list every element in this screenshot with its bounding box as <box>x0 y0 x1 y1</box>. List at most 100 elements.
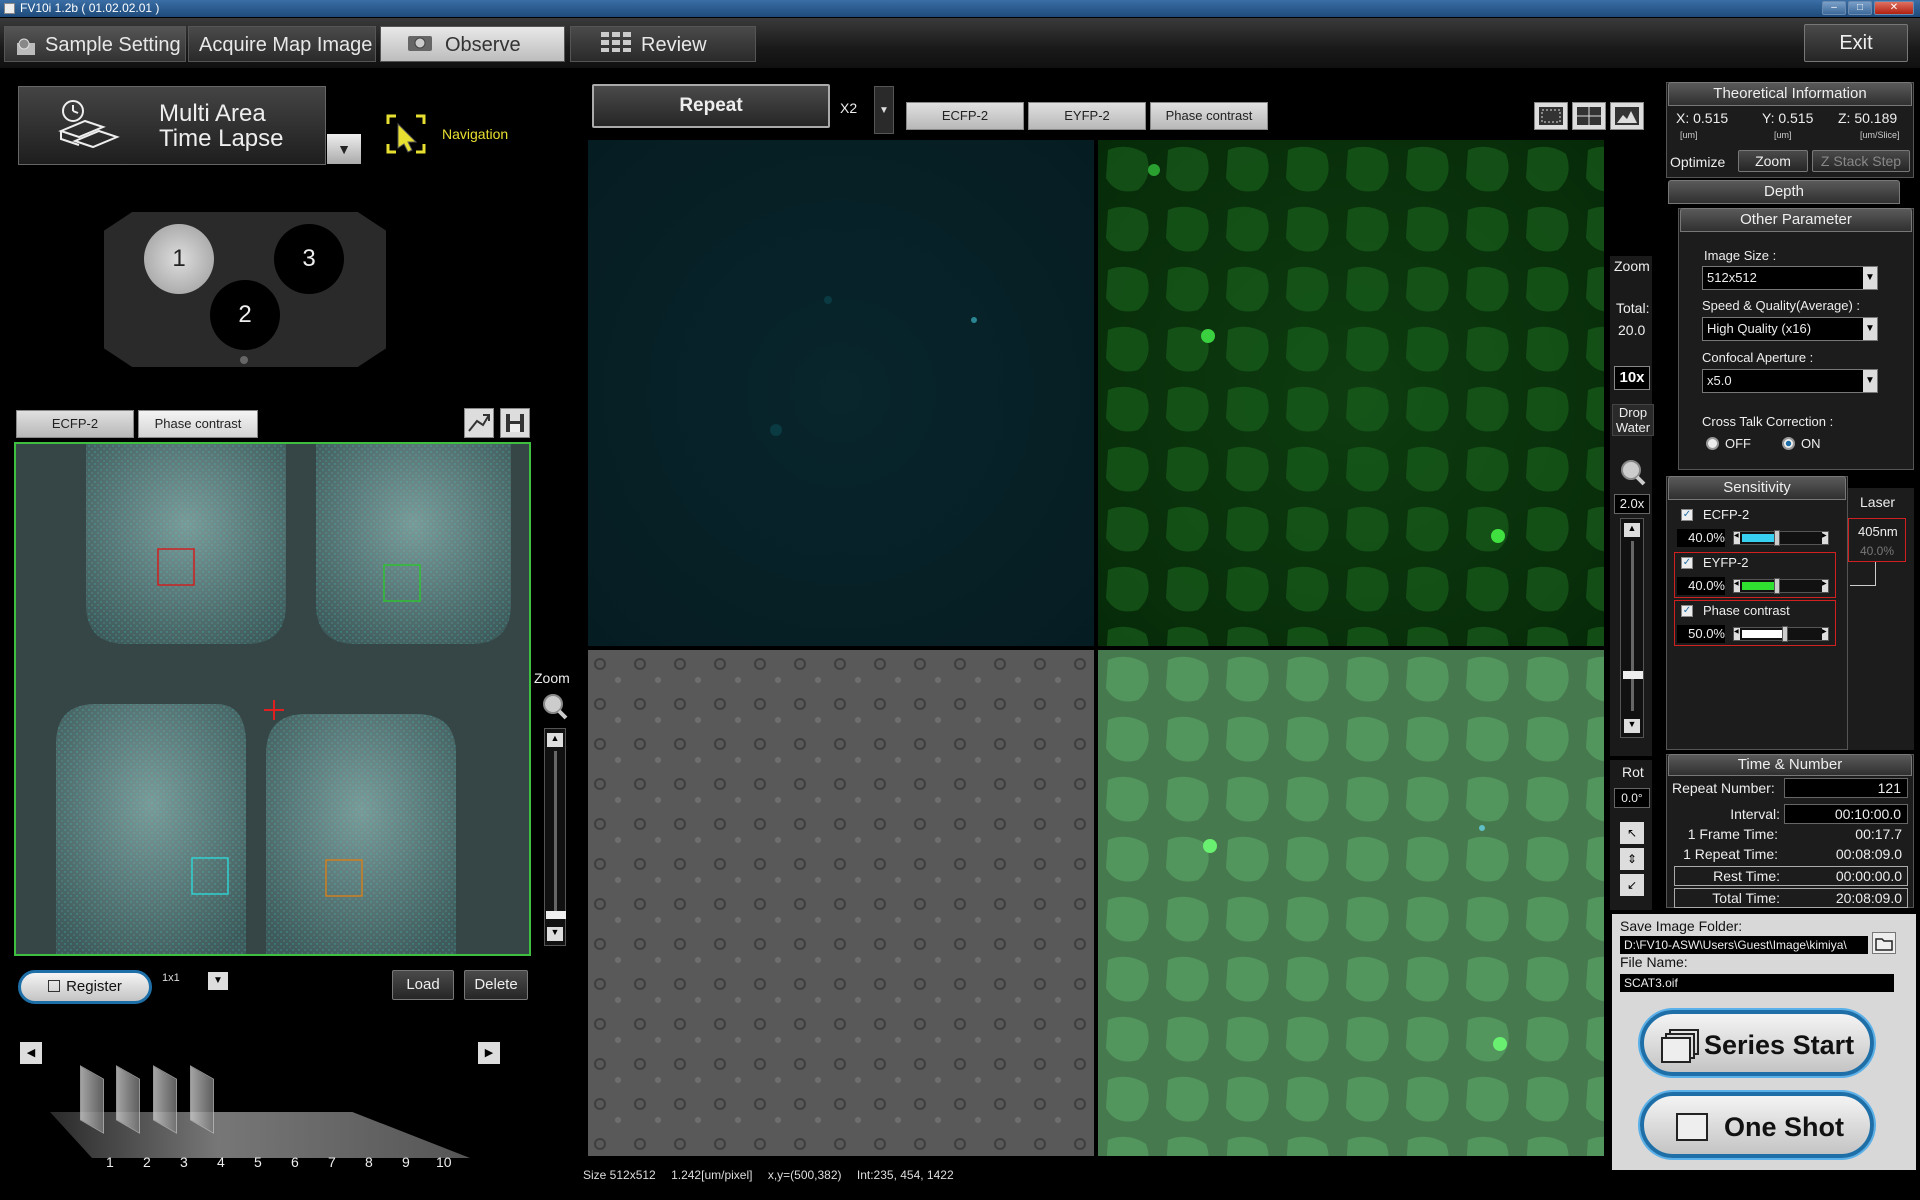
maximize-button[interactable]: □ <box>1848 1 1872 15</box>
timeline-number[interactable]: 6 <box>291 1154 299 1170</box>
slider-thumb[interactable] <box>1774 530 1780 546</box>
laser-label: Laser <box>1860 494 1896 510</box>
one-shot-button[interactable]: One Shot <box>1640 1092 1874 1158</box>
repeat-dropdown[interactable]: ▼ <box>874 86 894 134</box>
channel-tab-ecfp[interactable]: ECFP-2 <box>906 102 1024 130</box>
map-zoom-slider[interactable]: ▲ ▼ <box>544 728 566 946</box>
tab-sample-setting[interactable]: Sample Setting <box>4 26 186 62</box>
map-zoom-thumb[interactable] <box>546 911 566 919</box>
map-tool-button[interactable] <box>464 408 494 438</box>
drop-water-button[interactable]: Drop Water <box>1612 404 1654 436</box>
checkbox-checked-icon[interactable]: ✓ <box>1681 605 1693 617</box>
mode-dropdown-button[interactable]: ▼ <box>327 134 361 164</box>
map-image[interactable] <box>14 442 531 956</box>
tab-label: ECFP-2 <box>51 416 99 431</box>
well-3[interactable]: 3 <box>274 224 344 294</box>
minimize-button[interactable]: – <box>1822 1 1846 15</box>
optimize-zoom-button[interactable]: Zoom <box>1738 150 1808 172</box>
interval-input[interactable]: 00:10:00.0 <box>1784 804 1908 824</box>
single-view-button[interactable] <box>1534 102 1568 130</box>
tab-review[interactable]: Review <box>570 26 756 62</box>
timeline-number[interactable]: 2 <box>143 1154 151 1170</box>
timeline-number[interactable]: 8 <box>365 1154 373 1170</box>
timeline-number[interactable]: 10 <box>436 1154 452 1170</box>
checkbox-checked-icon[interactable]: ✓ <box>1681 557 1693 569</box>
zstack-step-button[interactable]: Z Stack Step <box>1812 150 1910 172</box>
sensitivity-slider[interactable]: ◀ ▶ <box>1733 626 1829 642</box>
repeat-button[interactable]: Repeat <box>592 84 830 128</box>
navigation-button[interactable] <box>386 114 430 154</box>
browse-folder-button[interactable] <box>1872 932 1896 954</box>
tab-acquire-map-image[interactable]: Acquire Map Image <box>188 26 376 62</box>
image-overlay[interactable] <box>1098 650 1604 1156</box>
timeline-number[interactable]: 5 <box>254 1154 262 1170</box>
timeline-number[interactable]: 9 <box>402 1154 410 1170</box>
checkbox-checked-icon[interactable]: ✓ <box>1681 509 1693 521</box>
save-map-button[interactable] <box>500 408 530 438</box>
repeat-number-input[interactable]: 121 <box>1784 778 1908 798</box>
rotate-reset-button[interactable]: ⇕ <box>1620 848 1644 870</box>
load-button[interactable]: Load <box>392 970 454 1000</box>
delete-label: Delete <box>474 976 518 993</box>
slider-left-icon[interactable]: ◀ <box>1734 532 1740 544</box>
grid-size-dropdown[interactable]: ▼ <box>208 972 228 990</box>
timeline-number[interactable]: 3 <box>180 1154 188 1170</box>
slider-thumb[interactable] <box>1774 578 1780 594</box>
slider-up-icon[interactable]: ▲ <box>1624 523 1640 537</box>
histogram-view-button[interactable] <box>1610 102 1644 130</box>
one-shot-label: One Shot <box>1724 1112 1844 1142</box>
channel-tab-eyfp[interactable]: EYFP-2 <box>1028 102 1146 130</box>
mode-selector[interactable]: Multi Area Time Lapse <box>18 86 326 165</box>
channel-tab-phase[interactable]: Phase contrast <box>1150 102 1268 130</box>
crosstalk-off-radio[interactable]: OFF <box>1706 436 1751 451</box>
zoom-slider[interactable]: ▲ ▼ <box>1620 518 1644 738</box>
zoom-thumb[interactable] <box>1623 671 1643 679</box>
zoom-label: Zoom <box>1614 258 1650 274</box>
well-1[interactable]: 1 <box>144 224 214 294</box>
chevron-down-icon: ▼ <box>1863 370 1877 392</box>
slider-left-icon[interactable]: ◀ <box>1734 628 1740 640</box>
timeline-number[interactable]: 7 <box>328 1154 336 1170</box>
depth-tab[interactable]: Depth <box>1668 180 1900 204</box>
slider-right-icon[interactable]: ▶ <box>1822 580 1828 592</box>
rotate-cw-button[interactable]: ↙ <box>1620 874 1644 896</box>
mode-title-line1: Multi Area <box>159 100 266 127</box>
map-tab-phase[interactable]: Phase contrast <box>138 410 258 438</box>
sensitivity-slider[interactable]: ◀ ▶ <box>1733 530 1829 546</box>
image-ecfp[interactable] <box>588 140 1094 646</box>
image-size-select[interactable]: 512x512 ▼ <box>1702 266 1878 290</box>
rotate-ccw-button[interactable]: ↖ <box>1620 822 1644 844</box>
timeline-number[interactable]: 4 <box>217 1154 225 1170</box>
map-tab-ecfp[interactable]: ECFP-2 <box>16 410 134 438</box>
interval-label: Interval: <box>1730 806 1780 822</box>
exit-label: Exit <box>1839 32 1873 54</box>
tab-observe[interactable]: Observe <box>380 26 565 62</box>
timeline-number[interactable]: 1 <box>106 1154 114 1170</box>
crosstalk-on-radio[interactable]: ON <box>1782 436 1821 451</box>
timeline-next-button[interactable]: ▶ <box>478 1042 500 1064</box>
timeline-prev-button[interactable]: ◀ <box>20 1042 42 1064</box>
file-name-input[interactable]: SCAT3.oif <box>1620 974 1894 992</box>
exit-button[interactable]: Exit <box>1804 24 1908 62</box>
image-phase[interactable] <box>588 650 1094 1156</box>
objective-value: 10x <box>1614 366 1650 390</box>
sensitivity-slider[interactable]: ◀ ▶ <box>1733 578 1829 594</box>
slider-down-icon[interactable]: ▼ <box>1624 719 1640 733</box>
slider-thumb[interactable] <box>1782 626 1788 642</box>
slider-left-icon[interactable]: ◀ <box>1734 580 1740 592</box>
image-eyfp[interactable] <box>1098 140 1604 646</box>
aperture-select[interactable]: x5.0 ▼ <box>1702 369 1878 393</box>
slider-up-icon[interactable]: ▲ <box>547 733 563 747</box>
status-pixel: 1.242[um/pixel] <box>671 1168 753 1182</box>
series-start-button[interactable]: Series Start <box>1640 1010 1874 1076</box>
slider-right-icon[interactable]: ▶ <box>1822 628 1828 640</box>
quad-view-button[interactable] <box>1572 102 1606 130</box>
speed-select[interactable]: High Quality (x16) ▼ <box>1702 317 1878 341</box>
delete-button[interactable]: Delete <box>464 970 528 1000</box>
slider-down-icon[interactable]: ▼ <box>547 927 563 941</box>
register-button[interactable]: Register <box>18 970 152 1004</box>
well-2[interactable]: 2 <box>210 280 280 350</box>
save-folder-input[interactable]: D:\FV10-ASW\Users\Guest\Image\kimiya\ <box>1620 936 1868 954</box>
close-button[interactable]: ✕ <box>1874 1 1914 15</box>
slider-right-icon[interactable]: ▶ <box>1822 532 1828 544</box>
